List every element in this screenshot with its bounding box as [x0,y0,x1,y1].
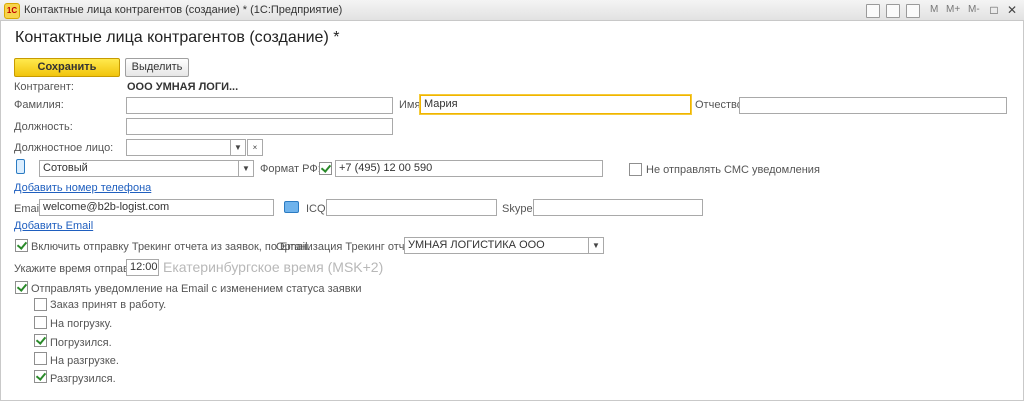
status-loaded-checkbox[interactable] [34,334,47,347]
counterparty-value[interactable]: ООО УМНАЯ ЛОГИ... [127,81,238,93]
add-email-link[interactable]: Добавить Email [14,220,93,232]
official-position-dropdown-icon[interactable]: ▼ [230,139,246,156]
calendar-icon[interactable] [906,4,920,18]
tracking-org-field[interactable]: УМНАЯ ЛОГИСТИКА ООО [404,237,590,254]
phone-format-label: Формат РФ: [260,163,321,175]
surname-label: Фамилия: [14,99,64,111]
no-sms-checkbox[interactable] [629,163,642,176]
timezone-hint: Екатеринбургское время (MSK+2) [163,259,384,275]
mobile-phone-icon [16,159,25,174]
status-notify-label: Отправлять уведомление на Email с измене… [31,283,362,295]
surname-field[interactable] [126,97,393,114]
official-position-clear-icon[interactable]: × [247,139,263,156]
status-unloaded-label: Разгрузился. [50,373,116,385]
window-titlebar: 1С Контактные лица контрагентов (создани… [0,0,1024,21]
status-unloading-label: На разгрузке. [50,355,119,367]
no-sms-label: Не отправлять СМС уведомления [646,164,820,176]
phone-number-field[interactable]: +7 (495) 12 00 590 [335,160,603,177]
tracking-label: Включить отправку Трекинг отчета из заяв… [31,241,311,253]
window-title: Контактные лица контрагентов (создание) … [24,4,343,16]
skype-field[interactable] [533,199,703,216]
name-field[interactable]: Мария [420,95,691,114]
select-button[interactable]: Выделить [125,58,189,77]
status-to-loading-checkbox[interactable] [34,316,47,329]
tracking-org-label: Организация Трекинг отчета: [276,241,425,253]
phone-type-field[interactable]: Сотовый [39,160,240,177]
send-time-label: Укажите время отправки: [14,263,143,275]
status-notify-checkbox[interactable] [15,281,28,294]
email-field[interactable]: welcome@b2b-logist.com [39,199,274,216]
position-label: Должность: [14,121,73,133]
status-loaded-label: Погрузился. [50,337,112,349]
icq-field[interactable] [326,199,497,216]
status-to-loading-label: На погрузку. [50,318,113,330]
position-field[interactable] [126,118,393,135]
status-accepted-checkbox[interactable] [34,298,47,311]
memory-button[interactable]: M [930,4,938,15]
phone-type-dropdown-icon[interactable]: ▼ [238,160,254,177]
close-window-button[interactable]: ✕ [1004,2,1020,18]
memory-plus-button[interactable]: M+ [946,4,960,15]
tracking-checkbox[interactable] [15,239,28,252]
patronymic-field[interactable] [739,97,1007,114]
official-position-label: Должностное лицо: [14,142,114,154]
envelope-icon[interactable] [284,201,299,213]
status-unloaded-checkbox[interactable] [34,370,47,383]
save-button[interactable]: Сохранить [14,58,120,77]
app-logo-icon: 1С [4,3,20,19]
maximize-button[interactable]: □ [986,2,1002,18]
memory-minus-button[interactable]: M- [968,4,980,15]
phone-format-checkbox[interactable] [319,162,332,175]
form-title: Контактные лица контрагентов (создание) … [15,29,340,46]
send-time-field[interactable]: 12:00 [126,259,159,276]
add-phone-link[interactable]: Добавить номер телефона [14,182,151,194]
tracking-org-dropdown-icon[interactable]: ▼ [588,237,604,254]
document-icon[interactable] [866,4,880,18]
official-position-field[interactable] [126,139,231,156]
skype-label: Skype: [502,203,536,215]
status-unloading-checkbox[interactable] [34,352,47,365]
counterparty-label: Контрагент: [14,81,74,93]
calculator-icon[interactable] [886,4,900,18]
status-accepted-label: Заказ принят в работу. [50,299,167,311]
